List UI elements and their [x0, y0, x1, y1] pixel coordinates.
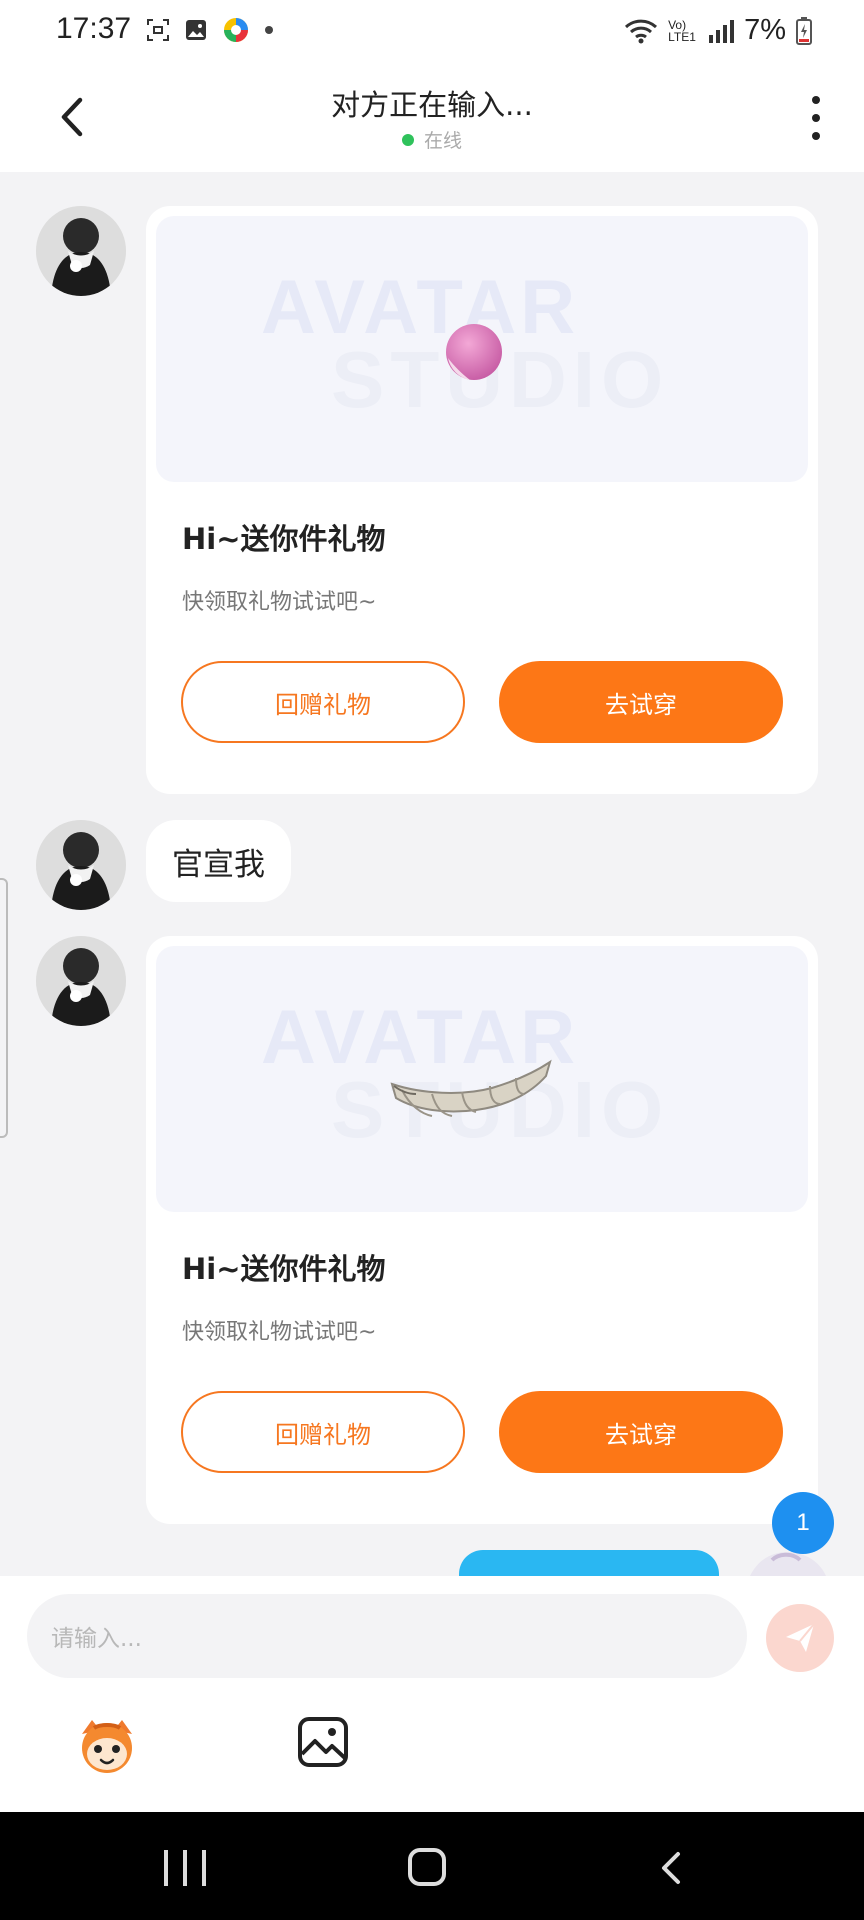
send-button[interactable]: [766, 1604, 834, 1672]
send-icon: [786, 1623, 815, 1652]
contact-avatar[interactable]: [36, 936, 126, 1026]
gift-preview[interactable]: AVATAR STUDIO: [156, 946, 808, 1212]
battery-percent: 7%: [744, 14, 786, 46]
return-gift-button[interactable]: 回赠礼物: [181, 661, 465, 743]
avatar-image: [750, 1552, 826, 1576]
gift-card: AVATAR STUDIO Hi~送你件礼物 快领取礼物试试吧~ 回赠礼物 去试…: [146, 206, 818, 794]
status-time: 17:37: [56, 12, 132, 45]
signal-icon: [709, 19, 735, 43]
gift-description: 快领取礼物试试吧~: [182, 1320, 377, 1345]
gift-ball-icon: [446, 324, 502, 380]
nav-back-icon[interactable]: [658, 1850, 684, 1886]
gift-title: Hi~送你件礼物: [182, 522, 386, 556]
gallery-icon: [186, 20, 206, 40]
gift-description: 快领取礼物试试吧~: [182, 590, 377, 615]
unread-badge[interactable]: 1: [772, 1492, 834, 1554]
status-right: Vo) LTE1 7%: [624, 14, 812, 47]
gift-card: AVATAR STUDIO Hi~送你件礼物 快领取礼物试试吧~ 回赠礼物 去试…: [146, 936, 818, 1524]
dot-icon: [265, 26, 273, 34]
avatar-image: [36, 936, 126, 1026]
chat-header: 对方正在输入... 在线: [0, 62, 864, 172]
screenshot-icon: [147, 19, 169, 41]
gift-title: Hi~送你件礼物: [182, 1252, 386, 1286]
image-button[interactable]: [297, 1716, 349, 1768]
composer: 请输入...: [0, 1576, 864, 1812]
avatar-image: [36, 820, 126, 910]
system-nav-bar: [0, 1812, 864, 1920]
return-gift-button[interactable]: 回赠礼物: [181, 1391, 465, 1473]
sticker-button[interactable]: [74, 1712, 140, 1778]
recent-apps-button[interactable]: [164, 1850, 206, 1886]
more-options-icon[interactable]: [808, 96, 824, 140]
wifi-icon: [625, 19, 658, 43]
avatar-image: [36, 206, 126, 296]
status-bar: 17:37 Vo) LTE1 7%: [0, 0, 864, 62]
image-icon: [298, 1717, 348, 1767]
chat-title: 对方正在输入...: [331, 88, 533, 122]
app-color-icon: [224, 18, 248, 42]
message-input[interactable]: 请输入...: [27, 1594, 747, 1678]
text-message-bubble[interactable]: 官宣我: [146, 820, 291, 902]
contact-avatar[interactable]: [36, 820, 126, 910]
home-button[interactable]: [408, 1848, 446, 1886]
try-on-button[interactable]: 去试穿: [499, 1391, 783, 1473]
gift-teeth-icon: [390, 1059, 552, 1117]
gift-preview[interactable]: AVATAR STUDIO: [156, 216, 808, 482]
online-status: 在线: [0, 126, 864, 153]
self-avatar[interactable]: [742, 1550, 832, 1576]
online-status-label: 在线: [423, 130, 462, 152]
mascot-sticker-icon: [82, 1720, 132, 1773]
battery-icon: [796, 16, 812, 45]
try-on-button[interactable]: 去试穿: [499, 661, 783, 743]
online-dot-icon: [401, 133, 414, 146]
edge-panel-handle[interactable]: [0, 878, 8, 1138]
outgoing-message-bubble[interactable]: [459, 1550, 719, 1576]
notification-icons: [146, 16, 274, 44]
contact-avatar[interactable]: [36, 206, 126, 296]
network-label: Vo) LTE1: [668, 17, 696, 44]
